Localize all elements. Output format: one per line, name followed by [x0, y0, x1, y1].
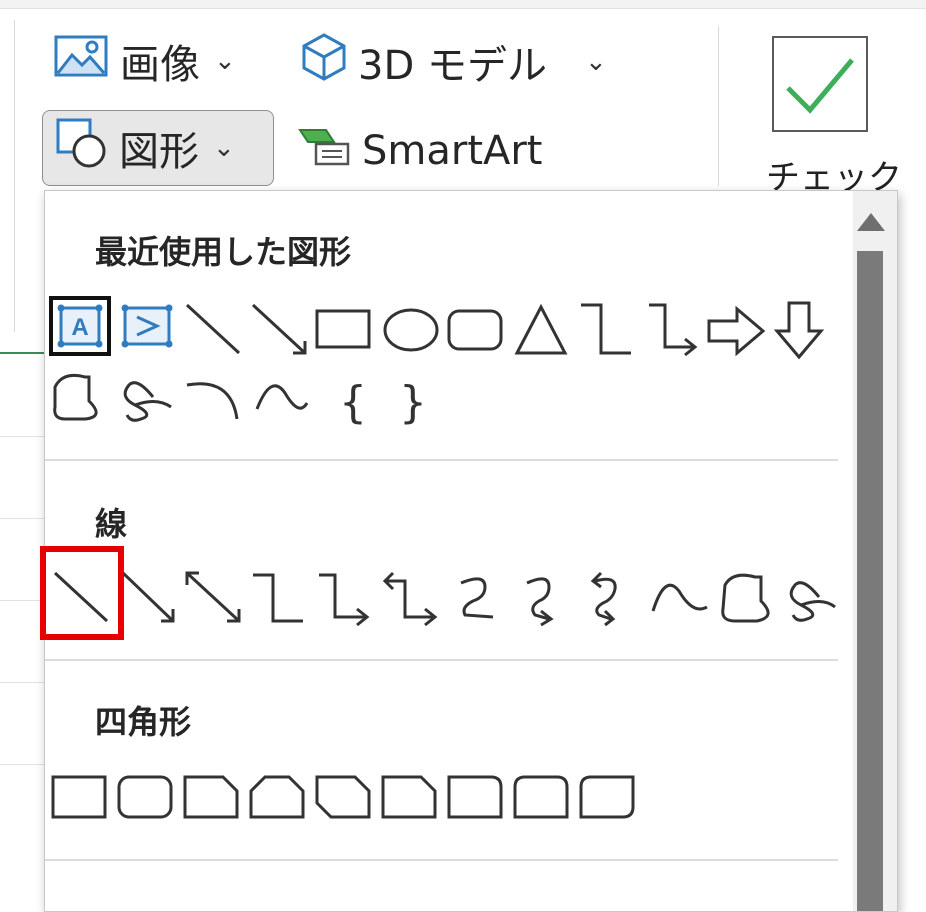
section-title-lines: 線 [95, 505, 128, 543]
elbow-double-arrow-connector-shape[interactable] [382, 571, 438, 627]
svg-text:A: A [71, 314, 88, 341]
round-diagonal-corner-rectangle-shape[interactable] [579, 775, 635, 819]
snip-same-side-corner-rectangle-shape[interactable] [249, 775, 305, 819]
section-divider [45, 659, 838, 661]
insert-picture-label: 画像 [120, 42, 200, 88]
scribble-shape[interactable] [123, 381, 172, 422]
scribble-shape[interactable] [789, 581, 836, 622]
sheet-gridline [0, 518, 44, 519]
section-divider [45, 859, 838, 861]
round-same-side-corner-rectangle-shape[interactable] [513, 775, 569, 819]
down-arrow-shape[interactable] [773, 301, 825, 360]
elbow-connector-shape[interactable] [253, 573, 303, 623]
curve-shape[interactable] [255, 384, 309, 410]
cube-icon [300, 32, 348, 92]
picture-icon [54, 33, 110, 89]
insert-picture-button[interactable]: 画像 ⌄ [54, 33, 236, 89]
section-title-rectangles: 四角形 [95, 703, 192, 741]
ribbon-separator [718, 26, 719, 186]
rectangle-shape[interactable] [51, 775, 107, 819]
freeform-shape[interactable] [721, 573, 770, 623]
rectangles-row [51, 775, 635, 819]
double-arrow-line-shape[interactable] [185, 571, 241, 623]
right-arrow-shape[interactable] [707, 305, 766, 357]
recent-shapes-row-2: { } [53, 373, 427, 428]
smartart-icon [296, 124, 352, 178]
insert-checkbox-button[interactable] [772, 36, 868, 132]
curved-arrow-connector-shape[interactable] [526, 577, 554, 627]
triangle-shape[interactable] [514, 303, 568, 355]
section-divider [45, 459, 838, 461]
chevron-down-icon: ⌄ [584, 47, 607, 77]
section-title-recent-shapes: 最近使用した図形 [95, 233, 352, 271]
rounded-rectangle-shape[interactable] [117, 775, 173, 819]
insert-shapes-button[interactable]: 図形 ⌄ [42, 110, 274, 186]
recent-shapes-row: A [49, 296, 825, 360]
left-brace-shape[interactable]: { [339, 377, 367, 428]
arrow-line-shape[interactable] [121, 571, 175, 623]
line-shape[interactable] [185, 303, 241, 355]
rounded-rectangle-shape[interactable] [447, 309, 503, 351]
ribbon-top-edge [0, 0, 926, 9]
sheet-selection-border [0, 352, 44, 354]
insert-smartart-button[interactable]: SmartArt [296, 126, 543, 176]
curved-double-arrow-connector-shape[interactable] [590, 571, 617, 627]
shapes-gallery-dropdown: 最近使用した図形 A {} 線 四角形 [44, 190, 898, 912]
snip-diagonal-corner-rectangle-shape[interactable] [315, 775, 371, 819]
round-single-corner-rectangle-shape[interactable] [447, 775, 503, 819]
highlight-box [40, 546, 124, 640]
checkmark-icon [786, 58, 854, 114]
sheet-gridline [0, 764, 44, 765]
oval-shape[interactable] [383, 308, 439, 352]
snip-single-corner-rectangle-shape[interactable] [183, 775, 239, 819]
textbox-shape[interactable]: A [49, 296, 111, 356]
freeform-shape[interactable] [53, 373, 98, 421]
right-brace-shape[interactable]: } [399, 377, 427, 428]
curved-connector-shape[interactable] [460, 577, 494, 619]
arrow-line-shape[interactable] [251, 303, 307, 355]
snip-and-round-corner-rectangle-shape[interactable] [381, 775, 437, 819]
ribbon-separator [14, 20, 15, 332]
chevron-down-icon: ⌄ [213, 133, 235, 163]
rectangle-shape[interactable] [315, 309, 371, 349]
insert-3d-model-label: 3D モデル [358, 43, 547, 89]
insert-3d-model-button[interactable]: 3D モデル ⌄ [300, 33, 607, 89]
insert-shapes-label: 図形 [119, 129, 199, 175]
insert-smartart-label: SmartArt [362, 128, 543, 174]
scrollbar-thumb[interactable] [857, 251, 883, 911]
sheet-gridline [0, 436, 44, 437]
curve-shape[interactable] [651, 583, 708, 612]
vertical-textbox-shape[interactable] [121, 304, 173, 348]
elbow-arrow-connector-shape[interactable] [649, 303, 698, 357]
arc-shape[interactable] [186, 382, 239, 420]
sheet-gridline [0, 600, 44, 601]
lines-row [53, 571, 836, 627]
elbow-connector-shape[interactable] [581, 303, 631, 355]
sheet-gridline [0, 682, 44, 683]
elbow-arrow-connector-shape[interactable] [319, 573, 370, 627]
chevron-down-icon: ⌄ [214, 46, 236, 76]
scroll-up-arrow-icon[interactable] [857, 213, 885, 231]
shapes-icon [55, 117, 109, 179]
